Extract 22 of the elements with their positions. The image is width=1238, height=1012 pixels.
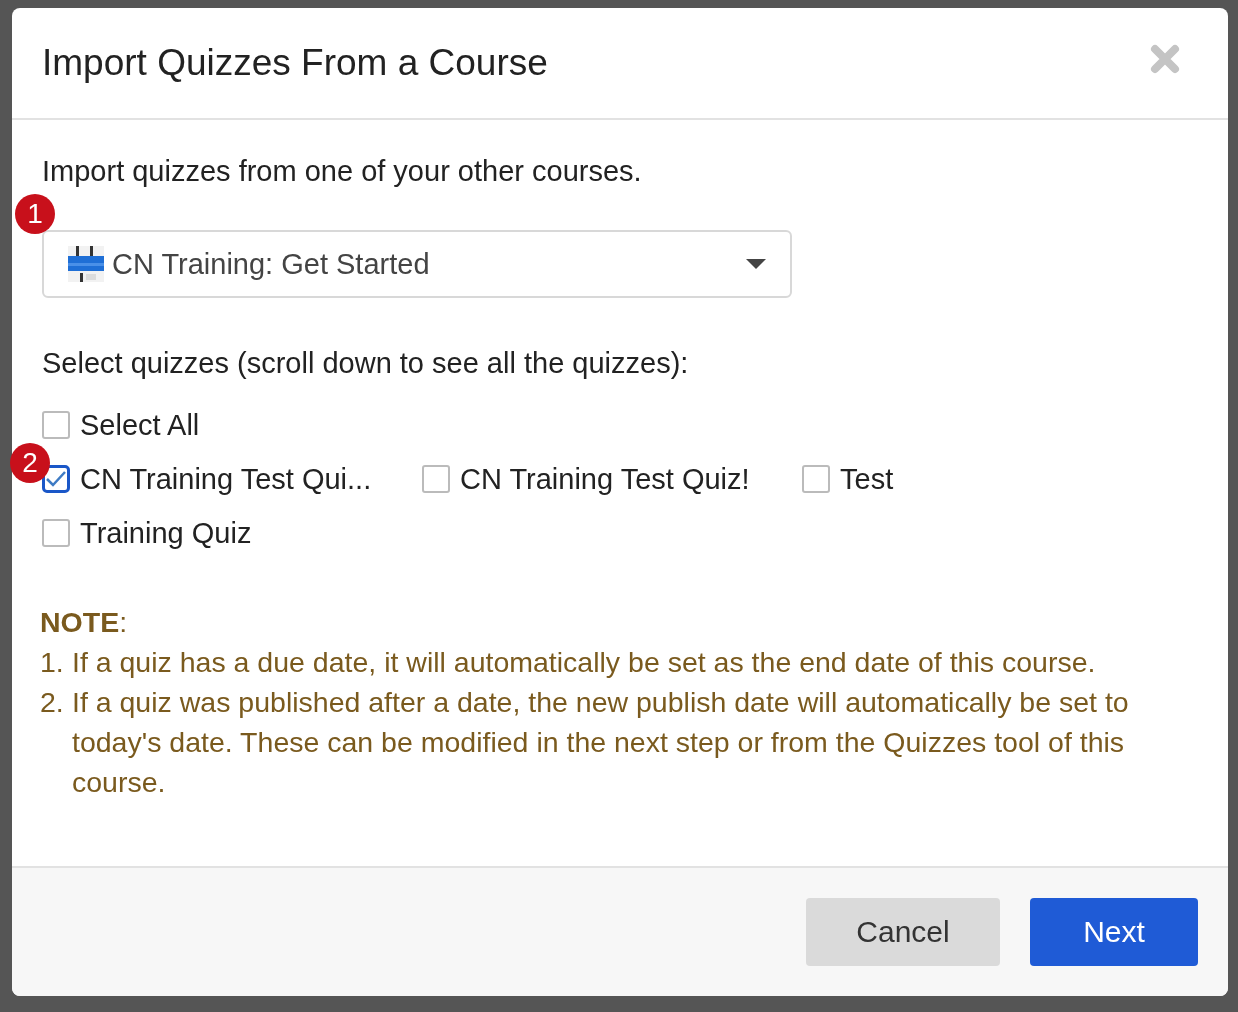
note-text: If a quiz was published after a date, the new publish date will automatically be set to today's date. These can be modified in the next step or from the Quizzes tool of this course. bbox=[72, 685, 1130, 800]
quiz-checkbox[interactable]: Training Quiz bbox=[42, 506, 422, 560]
step-badge: 2 bbox=[10, 443, 50, 483]
checkbox[interactable] bbox=[42, 411, 70, 439]
note-heading: NOTE: bbox=[40, 605, 129, 640]
close-icon[interactable] bbox=[1150, 44, 1180, 74]
section-label: Select quizzes (scroll down to see all the quizzes): bbox=[42, 348, 690, 378]
quiz-checkbox[interactable]: Test bbox=[802, 452, 1182, 506]
quiz-checkbox[interactable]: CN Training Test Quiz! bbox=[422, 452, 802, 506]
note-text: If a quiz has a due date, it will automatically be set as the end date of this course. bbox=[72, 645, 1096, 680]
instruction-text: Import quizzes from one of your other courses. bbox=[42, 156, 643, 186]
checkbox[interactable] bbox=[422, 465, 450, 493]
course-dropdown[interactable]: CN Training: Get Started bbox=[42, 230, 792, 298]
dialog-title: Import Quizzes From a Course bbox=[42, 42, 548, 84]
step-badge: 1 bbox=[15, 194, 55, 234]
checkbox[interactable] bbox=[42, 519, 70, 547]
caret-icon bbox=[746, 259, 766, 269]
list-number: 2. bbox=[40, 685, 65, 720]
checkbox[interactable] bbox=[802, 465, 830, 493]
cancel-button[interactable]: Cancel bbox=[806, 898, 1000, 966]
list-number: 1. bbox=[40, 645, 65, 680]
next-button[interactable]: Next bbox=[1030, 898, 1198, 966]
